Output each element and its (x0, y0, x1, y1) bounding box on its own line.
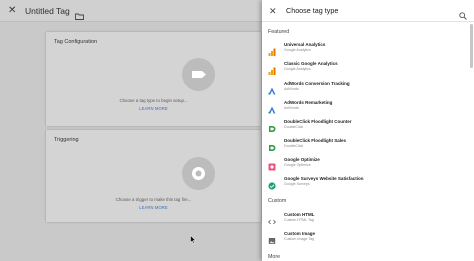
tag-configuration-card[interactable]: Tag Configuration Choose a tag type to b… (46, 32, 261, 126)
tag-type-universal-analytics[interactable]: Universal Analytics Google Analytics (262, 39, 470, 58)
optimize-icon (268, 158, 276, 171)
folder-icon[interactable] (74, 7, 84, 20)
tag-name[interactable]: Untitled Tag (25, 6, 70, 16)
close-icon[interactable]: ✕ (8, 5, 18, 16)
triggering-card[interactable]: Triggering Choose a trigger to make this… (46, 130, 261, 222)
tag-type-google-optimize[interactable]: Google Optimize Google Optimize (262, 154, 470, 173)
doubleclick-icon (268, 139, 276, 151)
learn-more-link[interactable]: LEARN MORE (46, 106, 261, 111)
learn-more-link[interactable]: LEARN MORE (46, 205, 261, 210)
section-featured: Featured (268, 29, 290, 35)
section-custom: Custom (268, 198, 287, 204)
tag-editor: ✕ Untitled Tag Tag Configuration Choose … (0, 0, 262, 261)
mouse-cursor-icon (190, 231, 197, 244)
tag-type-google-surveys-website-satisfaction[interactable]: Google Surveys Website Satisfaction Goog… (262, 173, 470, 192)
section-more: More (268, 254, 281, 260)
tag-type-custom-image[interactable]: Custom Image Custom Image Tag (262, 228, 470, 247)
adwords-icon (268, 101, 276, 114)
tag-type-placeholder-icon[interactable] (182, 58, 215, 91)
adwords-icon (268, 82, 276, 95)
scrollbar[interactable] (470, 24, 473, 68)
tag-type-doubleclick-floodlight-counter[interactable]: DoubleClick Floodlight Counter DoubleCli… (262, 116, 470, 135)
analytics-icon (268, 62, 276, 75)
panel-header: ✕ Choose tag type (262, 0, 474, 22)
analytics-icon (268, 43, 276, 56)
code-icon (268, 213, 276, 225)
search-icon[interactable] (459, 7, 467, 20)
card-title: Triggering (54, 137, 79, 143)
close-icon[interactable]: ✕ (269, 6, 279, 16)
tag-type-adwords-conversion-tracking[interactable]: AdWords Conversion Tracking AdWords (262, 78, 470, 97)
doubleclick-icon (268, 120, 276, 132)
choose-tag-type-panel: ✕ Choose tag type Featured Universal Ana… (262, 0, 474, 261)
trigger-placeholder-icon[interactable] (182, 157, 215, 190)
tag-type-classic-google-analytics[interactable]: Classic Google Analytics Google Analytic… (262, 58, 470, 77)
tag-type-doubleclick-floodlight-sales[interactable]: DoubleClick Floodlight Sales DoubleClick (262, 135, 470, 154)
panel-title: Choose tag type (286, 6, 339, 15)
surveys-icon (268, 177, 276, 190)
trigger-hint: Choose a trigger to make this tag fire..… (115, 197, 192, 202)
card-title: Tag Configuration (54, 39, 98, 45)
tag-config-hint: Choose a tag type to begin setup... (119, 98, 188, 103)
editor-header: ✕ Untitled Tag (0, 0, 262, 22)
tag-type-adwords-remarketing[interactable]: AdWords Remarketing AdWords (262, 97, 470, 116)
image-icon (268, 232, 276, 244)
tag-type-custom-html[interactable]: Custom HTML Custom HTML Tag (262, 209, 470, 228)
